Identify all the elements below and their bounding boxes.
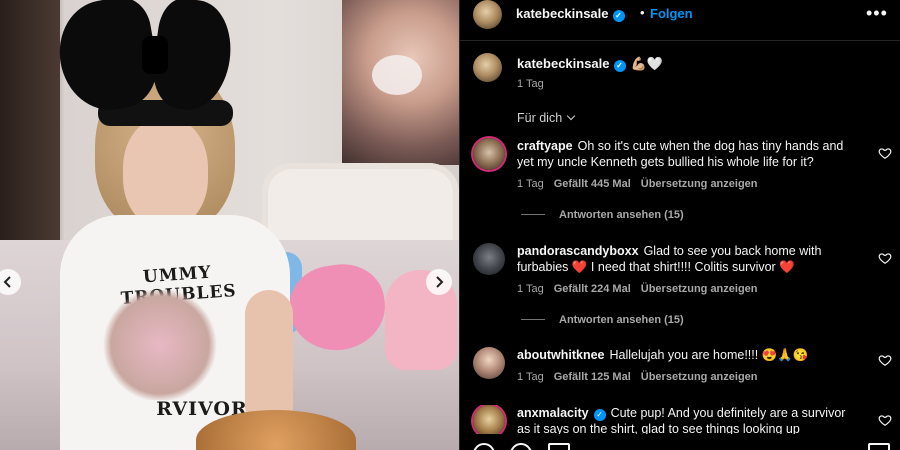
author-avatar[interactable] xyxy=(473,0,502,29)
caption-username[interactable]: katebeckinsale xyxy=(517,56,610,71)
instagram-post: UMMY TROUBLES RVIVOR katebeckinsale✓ • F… xyxy=(0,0,900,450)
comment-body: aboutwhitknee Hallelujah you are home!!!!… xyxy=(517,347,862,363)
like-heart-icon[interactable] xyxy=(878,353,892,367)
translate-link[interactable]: Übersetzung anzeigen xyxy=(641,283,758,295)
comment-likes[interactable]: Gefällt 224 Mal xyxy=(554,283,631,295)
post-media[interactable]: UMMY TROUBLES RVIVOR xyxy=(0,0,459,450)
header-separator: • xyxy=(640,5,645,20)
translate-link[interactable]: Übersetzung anzeigen xyxy=(641,178,758,190)
caption-avatar[interactable] xyxy=(473,53,502,82)
chevron-down-icon xyxy=(566,111,576,121)
comment-likes[interactable]: Gefällt 445 Mal xyxy=(554,178,631,190)
tattooed-arm xyxy=(245,290,293,430)
carousel-next-button[interactable] xyxy=(426,269,452,295)
comment-icon[interactable] xyxy=(510,443,532,450)
post-action-bar xyxy=(460,440,900,450)
person: UMMY TROUBLES RVIVOR xyxy=(51,0,293,450)
share-icon[interactable] xyxy=(548,443,570,450)
comment-time[interactable]: 1 Tag xyxy=(517,178,544,190)
comment-username[interactable]: pandorascandyboxx xyxy=(517,244,639,258)
caption-text: 💪🏼🤍 xyxy=(630,56,663,71)
commenter-avatar[interactable] xyxy=(473,347,505,379)
comment-sort-label: Für dich xyxy=(517,111,563,125)
comment-meta: 1 Tag Gefällt 445 Mal Übersetzung anzeigen xyxy=(517,178,768,190)
view-replies-button[interactable]: Antworten ansehen (15) xyxy=(521,314,684,326)
post-sidebar: katebeckinsale ✓ • Folgen ••• katebeckins… xyxy=(459,0,900,450)
bow-knot xyxy=(142,36,168,74)
translate-link[interactable]: Übersetzung anzeigen xyxy=(641,371,758,383)
author-username[interactable]: katebeckinsale ✓ xyxy=(516,6,625,22)
like-icon[interactable] xyxy=(473,443,495,450)
chevron-right-icon xyxy=(436,276,444,288)
comment-body: pandorascandyboxx Glad to see you back ho… xyxy=(517,243,862,275)
shirt-illustration xyxy=(100,290,220,400)
verified-badge-icon: ✓ xyxy=(613,60,626,72)
save-icon[interactable] xyxy=(868,443,890,450)
wall-artwork xyxy=(342,0,459,165)
chevron-left-icon xyxy=(3,276,11,288)
comment-meta: 1 Tag Gefällt 224 Mal Übersetzung anzeigen xyxy=(517,283,768,295)
comment-time[interactable]: 1 Tag xyxy=(517,371,544,383)
verified-badge-icon: ✓ xyxy=(593,409,606,421)
like-heart-icon[interactable] xyxy=(878,146,892,160)
comment-body: anxmalacity ✓ Cute pup! And you definitely… xyxy=(517,405,862,434)
comment-body: craftyape Oh so it's cute when the dog ha… xyxy=(517,138,862,170)
like-heart-icon[interactable] xyxy=(878,413,892,427)
comment-item: anxmalacity ✓ Cute pup! And you definitely… xyxy=(460,405,900,434)
commenter-avatar[interactable] xyxy=(473,405,505,434)
comment-sort-dropdown[interactable]: Für dich xyxy=(517,111,576,125)
more-options-icon[interactable]: ••• xyxy=(866,3,888,24)
follow-button[interactable]: Folgen xyxy=(650,6,693,21)
commenter-avatar[interactable] xyxy=(473,243,505,275)
comment-time[interactable]: 1 Tag xyxy=(517,283,544,295)
view-replies-button[interactable]: Antworten ansehen (15) xyxy=(521,209,684,221)
like-heart-icon[interactable] xyxy=(878,251,892,265)
verified-badge-icon: ✓ xyxy=(612,10,625,22)
caption: katebeckinsale ✓ 💪🏼🤍 xyxy=(517,56,663,72)
comment-username[interactable]: anxmalacity xyxy=(517,406,589,420)
post-header: katebeckinsale ✓ • Folgen ••• xyxy=(460,0,900,41)
comment-meta: 1 Tag Gefällt 125 Mal Übersetzung anzeigen xyxy=(517,371,768,383)
commenter-avatar[interactable] xyxy=(473,138,505,170)
comment-text: Hallelujah you are home!!!! 😍🙏😘 xyxy=(609,348,809,362)
author-username-text[interactable]: katebeckinsale xyxy=(516,6,609,21)
comment-username[interactable]: aboutwhitknee xyxy=(517,348,605,362)
comment-likes[interactable]: Gefällt 125 Mal xyxy=(554,371,631,383)
caption-timestamp[interactable]: 1 Tag xyxy=(517,78,544,90)
face xyxy=(123,118,208,228)
comment-username[interactable]: craftyape xyxy=(517,139,573,153)
